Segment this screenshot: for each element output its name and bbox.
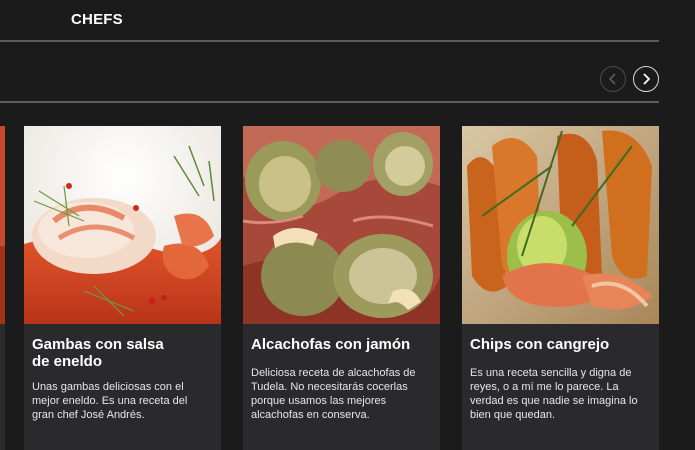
header-divider	[0, 40, 659, 42]
recipe-card[interactable]: Alcachofas con jamón Deliciosa receta de…	[243, 126, 440, 450]
chevron-left-icon	[608, 73, 616, 85]
recipe-card[interactable]: Chips con cangrejo Es una receta sencill…	[462, 126, 659, 450]
chevron-right-icon	[643, 73, 651, 85]
recipe-card[interactable]: Gambas con salsa de eneldo Unas gambas d…	[24, 126, 221, 450]
recipe-photo-chips	[462, 126, 659, 324]
carousel-prev-button[interactable]	[600, 66, 626, 92]
recipe-photo-gambas	[24, 126, 221, 324]
recipe-description: Unas gambas deliciosas con el mejor enel…	[32, 381, 188, 421]
recipe-card-partial[interactable]	[0, 126, 5, 450]
recipe-title[interactable]: Gambas con salsa de eneldo	[32, 336, 212, 370]
carousel-next-button[interactable]	[633, 66, 659, 92]
recipe-photo	[0, 126, 5, 324]
recipe-title[interactable]: Chips con cangrejo	[470, 336, 650, 353]
recipe-photo-alcachofas	[243, 126, 440, 324]
toolbar-divider	[0, 101, 659, 103]
section-title: CHEFS	[71, 11, 123, 28]
recipe-description: Deliciosa receta de alcachofas de Tudela…	[251, 367, 416, 421]
recipe-description: Es una receta sencilla y digna de reyes,…	[470, 367, 638, 421]
recipe-title[interactable]: Alcachofas con jamón	[251, 336, 431, 353]
